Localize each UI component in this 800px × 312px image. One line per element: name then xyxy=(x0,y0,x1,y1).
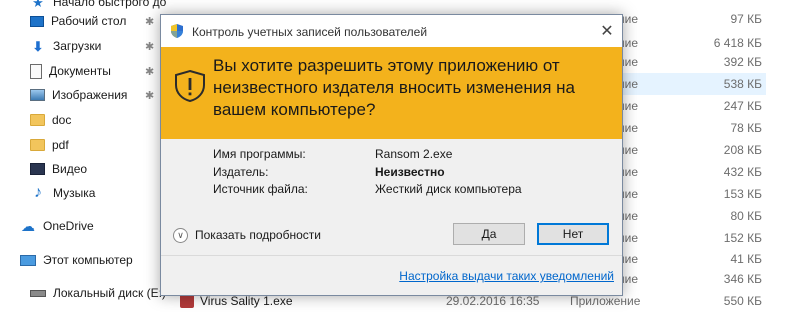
file-size: 346 КБ xyxy=(723,272,762,286)
folder-icon xyxy=(30,114,45,126)
sidebar-item-desktop[interactable]: Рабочий стол ✱ xyxy=(30,10,154,32)
file-size: 152 КБ xyxy=(723,231,762,245)
dialog-titlebar[interactable]: Контроль учетных записей пользователей ✕ xyxy=(161,15,622,47)
sidebar-item-downloads[interactable]: ⬇ Загрузки ✱ xyxy=(30,35,155,57)
desktop-icon xyxy=(30,15,44,27)
file-date: 29.02.2016 16:35 xyxy=(446,294,540,308)
folder-icon xyxy=(30,139,45,151)
close-button[interactable]: ✕ xyxy=(592,15,622,47)
sidebar-item-label: Загрузки xyxy=(53,39,102,53)
file-size: 80 КБ xyxy=(730,209,762,223)
sidebar-item-label: pdf xyxy=(52,138,69,152)
program-name-value: Ransom 2.exe xyxy=(375,147,453,161)
star-icon: ★ xyxy=(32,0,44,10)
pin-icon[interactable]: ✱ xyxy=(145,15,154,28)
sidebar-item-label: Локальный диск (E:) xyxy=(53,286,166,300)
program-name-label: Имя программы: xyxy=(213,147,306,161)
pictures-icon xyxy=(30,89,45,101)
sidebar-item-label: Музыка xyxy=(53,186,96,200)
file-type: Приложение xyxy=(570,294,641,308)
publisher-label: Издатель: xyxy=(213,165,269,179)
file-size: 208 КБ xyxy=(723,143,762,157)
file-size: 392 КБ xyxy=(723,55,762,69)
computer-icon xyxy=(20,254,36,266)
music-icon: ♪ xyxy=(34,184,42,201)
file-size: 78 КБ xyxy=(730,121,762,135)
onedrive-icon: ☁ xyxy=(21,218,35,234)
file-size: 550 КБ xyxy=(723,294,762,308)
uac-dialog: Контроль учетных записей пользователей ✕… xyxy=(160,14,623,296)
sidebar-item-music[interactable]: ♪ Музыка xyxy=(30,182,95,204)
warning-shield-icon xyxy=(175,69,205,103)
file-size: 41 КБ xyxy=(730,252,762,266)
pin-icon[interactable]: ✱ xyxy=(145,40,154,53)
disk-icon xyxy=(30,289,46,297)
sidebar-item-documents[interactable]: Документы ✱ xyxy=(30,60,154,82)
navigation-pane: ★ Начало быстрого до Рабочий стол ✱ ⬇ За… xyxy=(0,0,170,308)
file-size: 247 КБ xyxy=(723,99,762,113)
sidebar-item-this-pc[interactable]: Этот компьютер xyxy=(20,249,133,271)
documents-icon xyxy=(30,63,42,79)
application-icon xyxy=(180,294,194,308)
file-size: 153 КБ xyxy=(723,187,762,201)
dialog-body: Имя программы: Ransom 2.exe Издатель: Не… xyxy=(161,139,622,295)
download-icon: ⬇ xyxy=(32,38,44,54)
sidebar-item-pictures[interactable]: Изображения ✱ xyxy=(30,84,154,106)
notification-settings-link[interactable]: Настройка выдачи таких уведомлений xyxy=(399,269,614,283)
video-icon xyxy=(30,163,45,175)
warning-banner: Вы хотите разрешить этому приложению от … xyxy=(161,47,622,139)
file-size: 432 КБ xyxy=(723,165,762,179)
sidebar-item-video[interactable]: Видео xyxy=(30,158,87,180)
file-size: 538 КБ xyxy=(723,77,762,91)
file-source-label: Источник файла: xyxy=(213,182,308,196)
sidebar-item-doc[interactable]: doc xyxy=(30,109,71,131)
sidebar-item-onedrive[interactable]: ☁ OneDrive xyxy=(20,215,94,237)
sidebar-item-label: Рабочий стол xyxy=(51,14,127,28)
sidebar-item-label: Изображения xyxy=(52,88,128,102)
sidebar-item-label: Документы xyxy=(49,64,111,78)
sidebar-item-label: Этот компьютер xyxy=(43,253,133,267)
dialog-title: Контроль учетных записей пользователей xyxy=(192,25,428,39)
divider xyxy=(161,255,622,256)
uac-shield-icon xyxy=(171,24,183,38)
sidebar-item-label: doc xyxy=(52,113,72,127)
file-source-value: Жесткий диск компьютера xyxy=(375,182,522,196)
yes-button[interactable]: Да xyxy=(453,223,525,245)
chevron-down-icon: ∨ xyxy=(173,227,188,243)
show-details-toggle[interactable]: ∨ Показать подробности xyxy=(173,225,321,245)
sidebar-item-pdf[interactable]: pdf xyxy=(30,134,69,156)
pin-icon[interactable]: ✱ xyxy=(145,65,154,78)
publisher-value: Неизвестно xyxy=(375,165,445,179)
show-details-label: Показать подробности xyxy=(195,228,321,242)
pin-icon[interactable]: ✱ xyxy=(145,89,154,102)
sidebar-item-label: Видео xyxy=(52,162,88,176)
sidebar-item-local-disk-e[interactable]: Локальный диск (E:) xyxy=(30,282,166,304)
file-size: 97 КБ xyxy=(730,12,762,26)
sidebar-item-label: OneDrive xyxy=(43,219,94,233)
sidebar-item-label: Начало быстрого до xyxy=(53,0,167,9)
file-name: Virus Sality 1.exe xyxy=(200,294,293,308)
no-button[interactable]: Нет xyxy=(537,223,609,245)
file-size: 6 418 КБ xyxy=(713,36,762,50)
uac-question: Вы хотите разрешить этому приложению от … xyxy=(213,56,575,119)
